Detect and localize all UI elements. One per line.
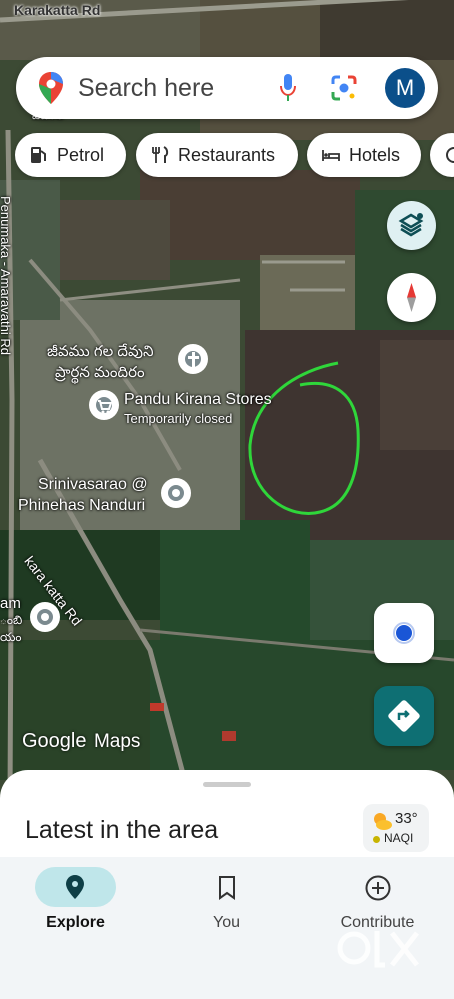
store-status-label: Temporarily closed — [124, 411, 233, 426]
bookmark-icon — [219, 876, 235, 900]
church-label-line1: జీవము గల దేవుని — [47, 343, 154, 360]
search-placeholder[interactable]: Search here — [78, 74, 214, 103]
add-circle-icon — [365, 875, 391, 901]
directions-icon — [388, 700, 420, 732]
my-location-button[interactable] — [374, 603, 434, 663]
directions-button[interactable] — [374, 686, 434, 746]
satellite-map[interactable]: Karakatta Rd Penumaka - Amaravathi Rd ka… — [0, 0, 454, 800]
nav-you-label: You — [213, 914, 240, 931]
category-chips: Petrol Restaurants Hotels — [15, 133, 454, 179]
chip-petrol[interactable]: Petrol — [15, 133, 126, 177]
restaurant-icon — [152, 146, 169, 163]
fuel-icon — [31, 147, 46, 163]
church-marker[interactable] — [178, 344, 208, 374]
location-dot-icon — [393, 622, 415, 644]
aqi-dot — [373, 836, 380, 843]
road-label-karakatta: Karakatta Rd — [14, 2, 101, 18]
cart-icon — [98, 400, 113, 414]
cross-icon — [188, 352, 199, 367]
left-place-marker[interactable] — [30, 602, 60, 632]
place-label-line2: Phinehas Nanduri — [18, 497, 146, 514]
layers-icon — [398, 213, 424, 237]
layers-button[interactable] — [387, 201, 436, 250]
more-category-icon — [446, 147, 454, 163]
google-maps-logo: Google Maps — [22, 730, 141, 752]
latest-in-area-title: Latest in the area — [25, 816, 219, 844]
partly-sunny-icon — [374, 813, 392, 830]
microphone-icon[interactable] — [278, 73, 298, 103]
store-marker[interactable] — [89, 390, 119, 420]
nav-you[interactable]: You — [151, 857, 302, 947]
church-label-line2: ప్రార్థన మందిరం — [55, 364, 145, 381]
aqi-label: NAQI — [384, 831, 414, 845]
weather-widget[interactable]: 33° NAQI — [363, 804, 429, 852]
left-label-line1: am — [0, 595, 21, 612]
temperature: 33° — [395, 810, 418, 827]
google-maps-pin-icon — [39, 72, 63, 104]
sheet-drag-handle[interactable] — [203, 782, 251, 787]
olx-watermark-logo — [337, 931, 419, 968]
chip-restaurants[interactable]: Restaurants — [136, 133, 298, 177]
nav-explore-label: Explore — [46, 914, 105, 931]
hotel-icon — [322, 150, 340, 161]
compass-icon — [407, 283, 416, 312]
chip-more[interactable] — [430, 133, 454, 177]
store-name-label: Pandu Kirana Stores — [124, 391, 272, 408]
explore-pin-icon — [66, 875, 84, 899]
search-bar[interactable]: Search here M — [16, 57, 438, 119]
compass-button[interactable] — [387, 273, 436, 322]
account-avatar[interactable]: M — [385, 68, 425, 108]
bottom-sheet[interactable]: Latest in the area 33° NAQI — [0, 770, 454, 860]
road-label-penumaka: Penumaka - Amaravathi Rd — [0, 196, 13, 355]
google-lens-icon[interactable] — [330, 74, 358, 102]
left-label-line2: ంబి — [0, 613, 23, 627]
left-label-line3: యం — [0, 630, 22, 644]
place-label-line1: Srinivasarao @ — [38, 476, 148, 493]
nav-explore[interactable]: Explore — [0, 857, 151, 947]
chip-hotels[interactable]: Hotels — [307, 133, 421, 177]
place-marker[interactable] — [161, 478, 191, 508]
